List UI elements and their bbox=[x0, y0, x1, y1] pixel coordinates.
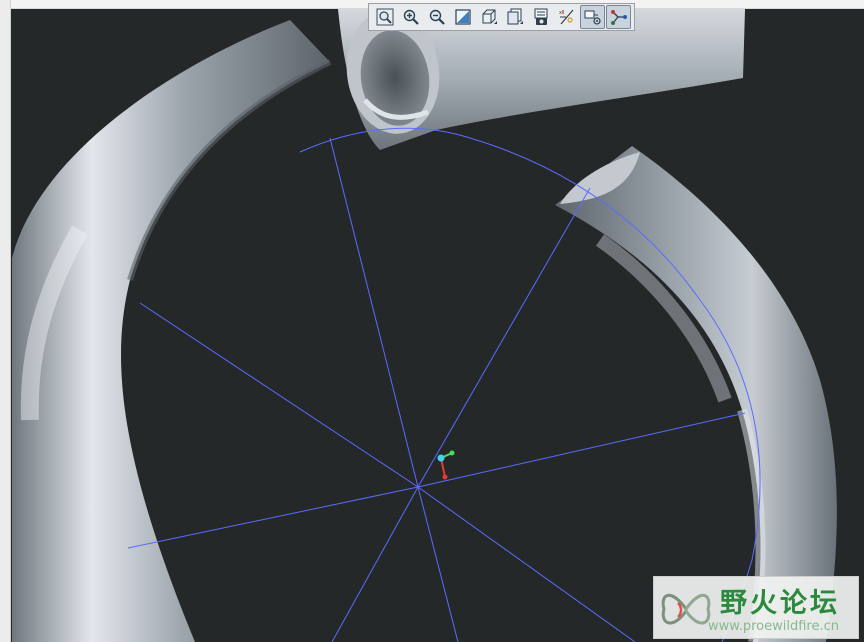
watermark-title: 野火论坛 bbox=[720, 588, 840, 619]
left-pipe-arc[interactable] bbox=[12, 20, 330, 642]
display-style-button[interactable] bbox=[476, 5, 501, 29]
svg-text:x: x bbox=[559, 10, 562, 16]
graphics-window[interactable] bbox=[11, 9, 864, 642]
datum-display-icon: x bbox=[559, 9, 573, 25]
zoom-out-button[interactable] bbox=[424, 5, 449, 29]
saved-views-icon bbox=[507, 8, 523, 25]
forum-watermark: 野火论坛 www.proewildfire.cn bbox=[653, 576, 859, 639]
datum-display-button[interactable]: x bbox=[554, 5, 579, 29]
butterfly-logo-icon bbox=[661, 594, 711, 625]
model-tree-edge bbox=[0, 0, 11, 642]
spin-center-button[interactable] bbox=[606, 5, 631, 29]
view-toolbar: x bbox=[368, 3, 635, 31]
zoom-fit-icon bbox=[376, 8, 393, 26]
reorient-button[interactable] bbox=[450, 5, 475, 29]
refit-button[interactable] bbox=[372, 5, 397, 29]
zoom-out-icon bbox=[429, 9, 445, 25]
zoom-in-button[interactable] bbox=[398, 5, 423, 29]
display-style-icon bbox=[482, 9, 497, 24]
right-pipe-arc[interactable] bbox=[555, 146, 837, 642]
model-scene bbox=[12, 9, 837, 642]
watermark-url: www.proewildfire.cn bbox=[708, 619, 839, 634]
annotation-display-icon bbox=[584, 10, 601, 25]
zoom-in-icon bbox=[403, 9, 419, 25]
csys-triad bbox=[437, 450, 455, 480]
spin-center-icon bbox=[610, 10, 627, 25]
reorient-icon bbox=[454, 9, 471, 25]
saved-views-button[interactable] bbox=[502, 5, 527, 29]
annotation-display-button[interactable] bbox=[580, 5, 605, 29]
view-manager-button[interactable] bbox=[528, 5, 553, 29]
view-manager-icon bbox=[534, 8, 547, 25]
